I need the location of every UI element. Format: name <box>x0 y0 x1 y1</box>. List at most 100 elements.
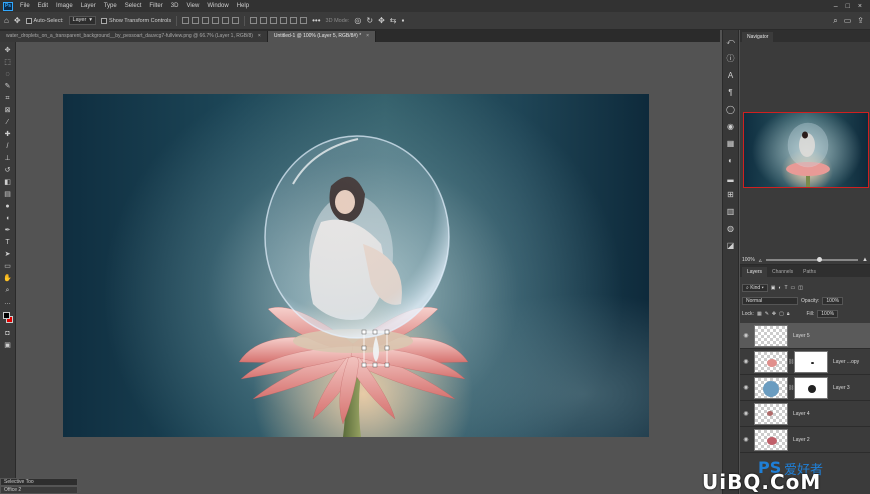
layer-row-layer-2[interactable]: ◉ Layer 2 <box>740 427 870 453</box>
screen-mode-icon[interactable]: ▣ <box>3 341 13 350</box>
visibility-eye-icon[interactable]: ◉ <box>740 436 752 443</box>
zoom-out-icon[interactable]: ▵ <box>759 257 762 264</box>
filter-shape-icon[interactable]: ▭ <box>791 285 796 291</box>
paragraph-icon[interactable]: ¶ <box>725 87 736 98</box>
selective-tool-label[interactable]: Selective Too <box>0 478 78 486</box>
histogram-icon[interactable]: ▂ <box>725 172 736 183</box>
distribute-middle-icon[interactable] <box>290 17 298 24</box>
layer-mask-thumbnail[interactable] <box>794 350 828 373</box>
auto-select-checkbox[interactable]: Auto-Select: <box>25 17 64 24</box>
home-icon[interactable]: ⌂ <box>4 16 9 26</box>
distribute-bottom-icon[interactable] <box>300 17 308 24</box>
zoom-value[interactable]: 100% <box>742 257 755 263</box>
filter-pixel-icon[interactable]: ▣ <box>771 285 776 291</box>
tab-channels[interactable]: Channels <box>767 267 798 277</box>
character-icon[interactable]: A <box>725 70 736 81</box>
align-top-icon[interactable] <box>212 17 220 24</box>
visibility-eye-icon[interactable]: ◉ <box>740 384 752 391</box>
lock-paint-icon[interactable]: ✎ <box>765 311 769 317</box>
filter-smart-icon[interactable]: ◫ <box>798 285 803 291</box>
menu-type[interactable]: Type <box>100 3 121 9</box>
history-icon[interactable]: ⤺ <box>725 36 736 47</box>
adjustments-icon[interactable]: ◐ <box>725 155 736 166</box>
move-tool-icon[interactable]: ✥ <box>14 16 21 26</box>
3d-slide-icon[interactable]: ⇆ <box>390 16 397 26</box>
menu-filter[interactable]: Filter <box>145 3 166 9</box>
foreground-color-swatch[interactable] <box>2 312 10 319</box>
gradient-tool-icon[interactable]: ▤ <box>3 190 13 199</box>
layer-row-layer-5[interactable]: ◉ Layer 5 <box>740 323 870 349</box>
navigator-thumbnail[interactable] <box>743 112 869 188</box>
history-brush-tool-icon[interactable]: ↺ <box>3 166 13 175</box>
close-icon[interactable]: × <box>858 3 862 10</box>
layer-row-layer-3[interactable]: ◉ ⛓︎ Layer 3 <box>740 375 870 401</box>
tab-navigator[interactable]: Navigator <box>742 32 774 42</box>
opacity-input[interactable]: 100% <box>822 297 844 305</box>
auto-select-target-select[interactable]: Layer ▾ <box>68 16 97 25</box>
filter-type-icon[interactable]: T <box>784 285 787 291</box>
show-transform-checkbox[interactable]: Show Transform Controls <box>101 17 171 24</box>
3d-orbit-icon[interactable]: ◎ <box>354 16 361 26</box>
fill-input[interactable]: 100% <box>817 310 839 318</box>
workspace-icon[interactable]: ▭ <box>844 16 852 26</box>
more-options-icon[interactable]: ••• <box>312 16 320 26</box>
menu-3d[interactable]: 3D <box>167 3 183 9</box>
3d-roll-icon[interactable]: ↻ <box>366 16 373 26</box>
layer-mask-thumbnail[interactable] <box>794 376 828 399</box>
tab-layers[interactable]: Layers <box>742 267 768 277</box>
move-tool-icon[interactable]: ✥ <box>3 46 13 55</box>
lock-all-icon[interactable]: 🔒︎ <box>787 311 790 317</box>
visibility-eye-icon[interactable]: ◉ <box>740 332 752 339</box>
document-canvas[interactable] <box>63 94 649 437</box>
menu-view[interactable]: View <box>182 3 203 9</box>
status-field[interactable]: Office 2 <box>0 486 78 494</box>
close-icon[interactable]: × <box>258 31 261 42</box>
distribute-right-icon[interactable] <box>270 17 278 24</box>
path-select-tool-icon[interactable]: ➤ <box>3 250 13 259</box>
menu-layer[interactable]: Layer <box>77 3 100 9</box>
crop-tool-icon[interactable]: ⌗ <box>3 94 13 103</box>
quick-select-tool-icon[interactable]: ✎ <box>3 82 13 91</box>
lock-position-icon[interactable]: ✥ <box>772 311 776 317</box>
info-icon[interactable]: ⓘ <box>725 53 736 64</box>
visibility-eye-icon[interactable]: ◉ <box>740 358 752 365</box>
menu-image[interactable]: Image <box>52 3 77 9</box>
styles-icon[interactable]: ◍ <box>725 223 736 234</box>
search-icon[interactable]: ⌕ <box>833 16 837 26</box>
filter-adjust-icon[interactable]: ◐ <box>778 285 781 291</box>
distribute-left-icon[interactable] <box>250 17 258 24</box>
marquee-tool-icon[interactable]: ⬚ <box>3 58 13 67</box>
shape-tool-icon[interactable]: ▭ <box>3 262 13 271</box>
type-tool-icon[interactable]: T <box>3 238 13 247</box>
eyedropper-tool-icon[interactable]: ⁄ <box>3 118 13 127</box>
align-middle-icon[interactable] <box>222 17 230 24</box>
layers-comp-icon[interactable]: ◪ <box>725 240 736 251</box>
3d-scale-icon[interactable]: ▪ <box>401 16 404 26</box>
align-right-icon[interactable] <box>202 17 210 24</box>
distribute-top-icon[interactable] <box>280 17 288 24</box>
menu-select[interactable]: Select <box>121 3 146 9</box>
distribute-center-icon[interactable] <box>260 17 268 24</box>
share-icon[interactable]: ⇪ <box>857 16 864 26</box>
menu-edit[interactable]: Edit <box>34 3 52 9</box>
align-left-icon[interactable] <box>182 17 190 24</box>
layer-row-layer-4[interactable]: ◉ Layer 4 <box>740 401 870 427</box>
pen-tool-icon[interactable]: ✒ <box>3 226 13 235</box>
layer-filter-kind-select[interactable]: ⌕ Kind ▾ <box>742 284 768 292</box>
hand-tool-icon[interactable]: ✋ <box>3 274 13 283</box>
menu-help[interactable]: Help <box>233 3 253 9</box>
color-swatches[interactable] <box>2 312 14 326</box>
tab-paths[interactable]: Paths <box>798 267 821 277</box>
layer-row-layer-copy[interactable]: ◉ ⛓︎ Layer ...opy <box>740 349 870 375</box>
3d-pan-icon[interactable]: ✥ <box>378 16 385 26</box>
tab-untitled-1[interactable]: Untitled-1 @ 100% (Layer 5, RGB/8#) * × <box>267 31 377 42</box>
align-center-icon[interactable] <box>192 17 200 24</box>
brush-tool-icon[interactable]: / <box>3 142 13 151</box>
grid-icon[interactable]: ⊞ <box>725 189 736 200</box>
visibility-eye-icon[interactable]: ◉ <box>740 410 752 417</box>
lightbulb-icon[interactable]: ◯ <box>725 104 736 115</box>
healing-brush-tool-icon[interactable]: ✚ <box>3 130 13 139</box>
more-tools-icon[interactable]: … <box>3 298 13 307</box>
zoom-in-icon[interactable]: ▲ <box>862 257 868 263</box>
color-icon[interactable]: ◉ <box>725 121 736 132</box>
